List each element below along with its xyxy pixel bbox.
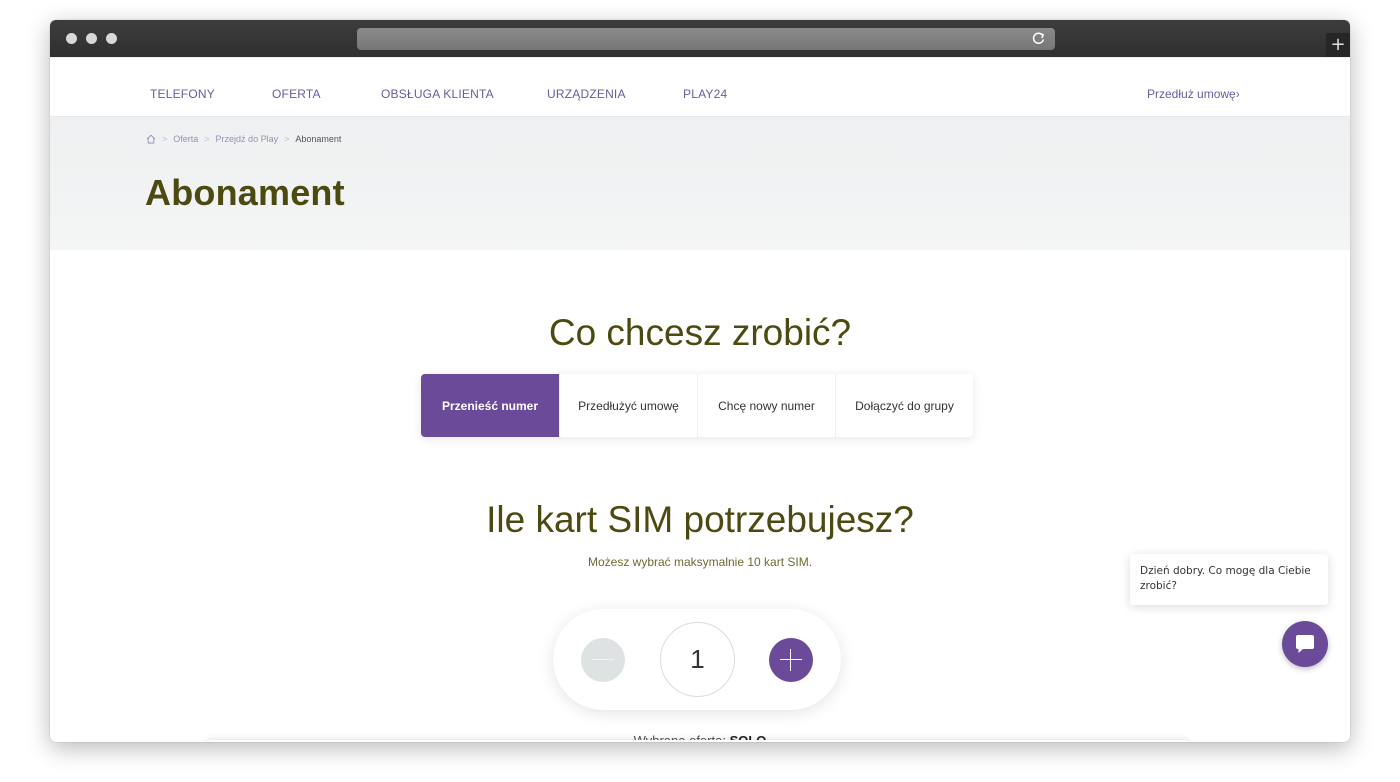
nav-item-obsluga-klienta[interactable]: OBSŁUGA KLIENTA xyxy=(381,87,494,101)
action-question-title: Co chcesz zrobić? xyxy=(548,312,852,353)
browser-toolbar: + xyxy=(50,20,1350,57)
sim-question-title: Ile kart SIM potrzebujesz? xyxy=(486,499,914,540)
nav-item-oferta[interactable]: OFERTA xyxy=(272,87,321,101)
reload-icon[interactable] xyxy=(1030,30,1047,47)
breadcrumb-separator: > xyxy=(162,134,168,144)
chat-greeting-bubble[interactable]: Dzień dobry. Co mogę dla Ciebie zrobić? xyxy=(1130,554,1328,605)
new-tab-icon[interactable]: + xyxy=(1326,33,1350,57)
option-dolaczyc-do-grupy[interactable]: Dołączyć do grupy xyxy=(835,374,973,437)
breadcrumb-przejdz-do-play[interactable]: Przejdź do Play xyxy=(216,134,279,144)
sim-quantity-stepper: 1 xyxy=(553,609,841,710)
breadcrumb-separator: > xyxy=(204,134,210,144)
page-header: > Oferta > Przejdź do Play > Abonament A… xyxy=(50,117,1350,250)
option-nowy-numer[interactable]: Chcę nowy numer xyxy=(697,374,835,437)
increase-button[interactable] xyxy=(769,638,813,682)
option-przedluzyc-umowe[interactable]: Przedłużyć umowę xyxy=(559,374,697,437)
extend-contract-link[interactable]: Przedłuż umowę› xyxy=(1147,87,1240,101)
window-zoom-dot[interactable] xyxy=(106,33,117,44)
action-options: Przenieść numer Przedłużyć umowę Chcę no… xyxy=(421,374,973,437)
home-icon[interactable] xyxy=(146,134,156,144)
offer-card xyxy=(205,740,1190,742)
nav-item-urzadzenia[interactable]: URZĄDZENIA xyxy=(547,87,626,101)
breadcrumb: > Oferta > Przejdź do Play > Abonament xyxy=(146,134,341,144)
window-close-dot[interactable] xyxy=(66,33,77,44)
sim-count: 1 xyxy=(660,622,735,697)
option-przeniesc-numer[interactable]: Przenieść numer xyxy=(421,374,559,437)
decrease-button[interactable] xyxy=(581,638,625,682)
chat-icon xyxy=(1296,635,1314,653)
window-minimize-dot[interactable] xyxy=(86,33,97,44)
main-nav: TELEFONY OFERTA OBSŁUGA KLIENTA URZĄDZEN… xyxy=(50,57,1350,117)
page-title: Abonament xyxy=(145,172,345,213)
nav-item-play24[interactable]: PLAY24 xyxy=(683,87,727,101)
address-bar[interactable] xyxy=(357,28,1055,50)
breadcrumb-oferta[interactable]: Oferta xyxy=(173,134,198,144)
chat-button[interactable] xyxy=(1282,621,1328,667)
breadcrumb-separator: > xyxy=(284,134,290,144)
nav-item-telefony[interactable]: TELEFONY xyxy=(150,87,215,101)
browser-window: + TELEFONY OFERTA OBSŁUGA KLIENTA URZĄDZ… xyxy=(50,20,1350,742)
breadcrumb-current: Abonament xyxy=(295,134,342,144)
